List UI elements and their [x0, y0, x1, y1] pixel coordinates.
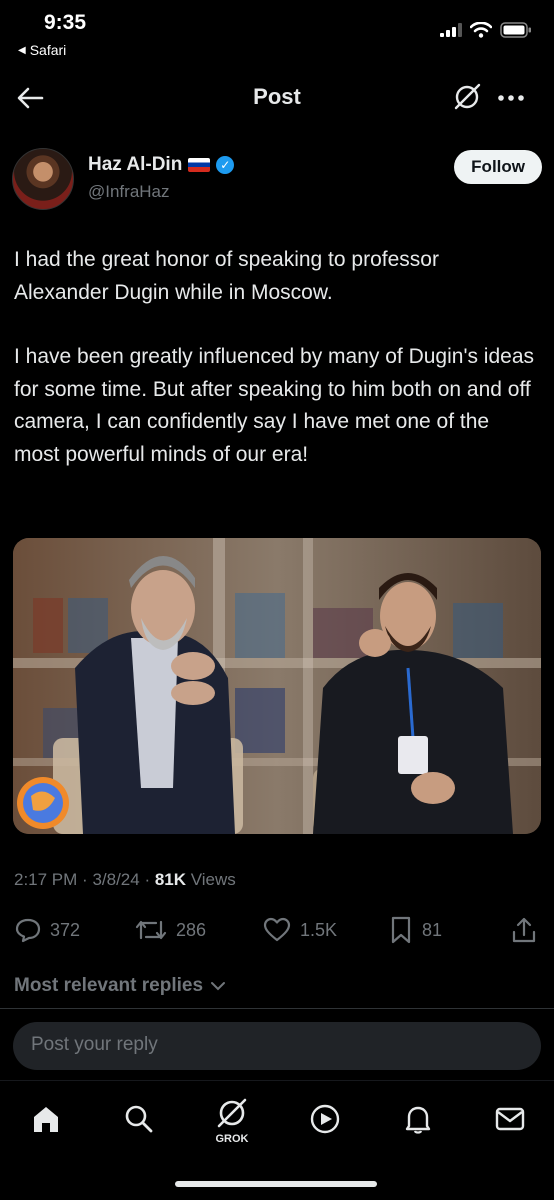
tab-messages[interactable] — [490, 1099, 530, 1139]
reply-button[interactable]: 372 — [14, 916, 80, 944]
share-icon — [512, 917, 536, 943]
post-actions: 372 286 1.5K 81 — [14, 912, 540, 948]
author-name[interactable]: Haz Al-Din — [88, 154, 182, 176]
views-count[interactable]: 81K — [155, 870, 186, 889]
tab-video[interactable] — [305, 1099, 345, 1139]
post-media-image[interactable] — [13, 538, 541, 834]
post-timestamp-views: 2:17 PM · 3/8/24 · 81K Views — [14, 870, 236, 889]
avatar[interactable] — [12, 148, 74, 210]
divider — [0, 1008, 554, 1009]
interview-photo — [13, 538, 541, 834]
battery-icon — [500, 22, 531, 38]
verified-badge-icon: ✓ — [216, 156, 235, 174]
replies-sort-label: Most relevant replies — [14, 975, 204, 996]
author-handle[interactable]: @InfraHaz — [88, 182, 170, 202]
post-time: 2:17 PM — [14, 870, 78, 889]
reply-count: 372 — [50, 919, 81, 940]
tab-notifications[interactable] — [398, 1099, 438, 1139]
tab-grok-label: GROK — [215, 1133, 249, 1145]
share-button[interactable] — [510, 915, 538, 945]
back-triangle-icon: ◀ — [18, 44, 26, 56]
reply-placeholder: Post your reply — [31, 1034, 158, 1055]
post-header: Post — [0, 70, 554, 128]
wifi-icon — [470, 22, 492, 38]
replies-sort-dropdown[interactable]: Most relevant replies — [14, 975, 227, 997]
post-detail-screen: 9:35 ◀ Safari Post Haz Al-Din ✓ @InfraHa… — [0, 0, 554, 1200]
russia-flag-icon — [188, 158, 211, 172]
search-icon — [125, 1105, 153, 1133]
cellular-signal-icon — [440, 23, 462, 37]
grok-icon — [217, 1098, 247, 1128]
back-to-app-link[interactable]: ◀ Safari — [18, 42, 66, 58]
play-icon — [310, 1104, 340, 1134]
status-time: 9:35 — [44, 11, 87, 34]
bookmark-icon — [391, 916, 411, 944]
views-label: Views — [190, 870, 236, 889]
post-text: I had the great honor of speaking to pro… — [14, 244, 534, 503]
reply-input[interactable]: Post your reply — [13, 1022, 541, 1070]
mail-icon — [495, 1107, 525, 1131]
tab-search[interactable] — [119, 1099, 159, 1139]
author-name-row: Haz Al-Din ✓ — [88, 154, 235, 176]
repost-button[interactable]: 286 — [134, 916, 206, 944]
grok-icon[interactable] — [450, 80, 484, 114]
post-author: Haz Al-Din ✓ @InfraHaz Follow — [12, 148, 542, 212]
repost-icon — [135, 920, 167, 940]
follow-button[interactable]: Follow — [454, 150, 542, 184]
post-date: 3/8/24 — [92, 870, 140, 889]
post-paragraph: I had the great honor of speaking to pro… — [14, 248, 439, 304]
repost-count: 286 — [176, 919, 207, 940]
heart-icon — [263, 917, 291, 942]
like-count: 1.5K — [300, 919, 338, 940]
chevron-down-icon — [211, 982, 226, 991]
bookmark-count: 81 — [422, 919, 443, 940]
home-icon — [34, 1107, 58, 1132]
post-paragraph: I have been greatly influenced by many o… — [14, 345, 534, 466]
tab-grok[interactable] — [212, 1093, 252, 1133]
like-button[interactable]: 1.5K — [262, 916, 337, 944]
status-bar: 9:35 ◀ Safari — [0, 0, 554, 70]
back-app-label: Safari — [29, 42, 67, 58]
home-indicator[interactable] — [175, 1181, 377, 1187]
tab-home[interactable] — [26, 1099, 66, 1139]
bookmark-button[interactable]: 81 — [388, 915, 442, 945]
reply-icon — [15, 918, 41, 943]
status-icons — [440, 22, 532, 38]
more-options-icon[interactable] — [496, 84, 526, 112]
bell-icon — [405, 1106, 431, 1134]
